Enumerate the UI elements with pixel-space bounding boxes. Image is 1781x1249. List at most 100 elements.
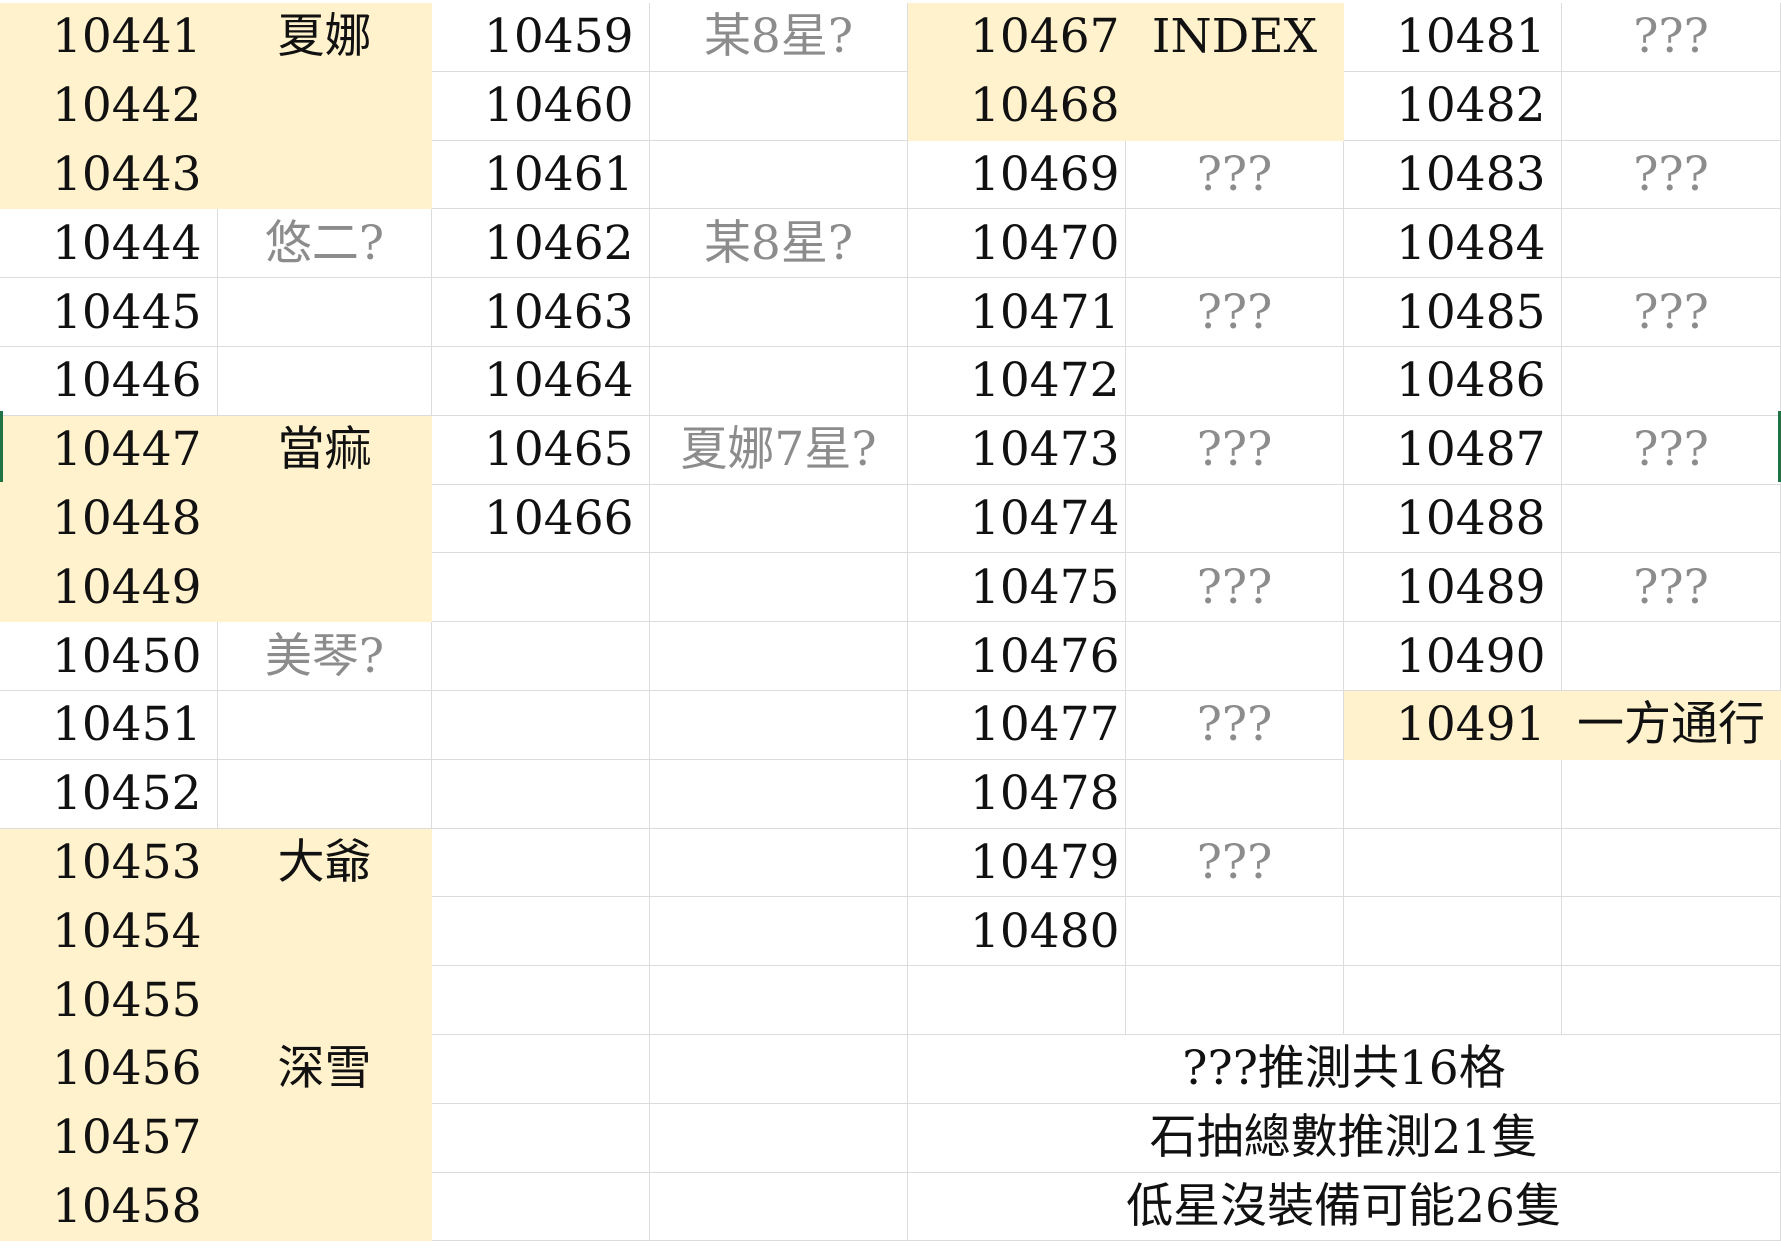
id-cell[interactable]: 10442	[0, 71, 218, 141]
name-cell[interactable]: 某8星?	[650, 3, 908, 72]
id-cell[interactable]: 10458	[0, 1172, 218, 1242]
id-cell[interactable]: 10473	[908, 415, 1126, 485]
name-cell[interactable]	[650, 1103, 908, 1173]
id-cell[interactable]: 10453	[0, 828, 218, 898]
id-cell[interactable]: 10448	[0, 484, 218, 554]
name-cell[interactable]	[1562, 71, 1781, 141]
name-cell[interactable]	[650, 1035, 908, 1104]
name-cell[interactable]: ???	[1562, 415, 1781, 485]
name-cell[interactable]	[218, 140, 432, 210]
id-cell[interactable]: 10469	[908, 140, 1126, 210]
name-cell[interactable]: ???	[1562, 553, 1781, 623]
summary-note[interactable]: 低星沒裝備可能26隻	[908, 1172, 1781, 1242]
id-cell[interactable]: 10482	[1344, 71, 1562, 141]
name-cell[interactable]	[1126, 484, 1344, 554]
id-cell[interactable]: 10481	[1344, 3, 1562, 72]
id-cell[interactable]: 10462	[432, 209, 650, 279]
name-cell[interactable]: INDEX	[1126, 3, 1344, 72]
name-cell[interactable]	[650, 966, 908, 1035]
id-cell[interactable]	[1344, 759, 1562, 829]
name-cell[interactable]: 夏娜7星?	[650, 415, 908, 485]
name-cell[interactable]: ???	[1562, 278, 1781, 347]
name-cell[interactable]	[1562, 622, 1781, 691]
id-cell[interactable]: 10455	[0, 966, 218, 1035]
id-cell[interactable]: 10466	[432, 484, 650, 554]
name-cell[interactable]: 一方通行	[1562, 691, 1781, 760]
id-cell[interactable]: 10456	[0, 1035, 218, 1104]
id-cell[interactable]	[1344, 897, 1562, 967]
name-cell[interactable]: ???	[1562, 3, 1781, 72]
id-cell[interactable]: 10454	[0, 897, 218, 967]
name-cell[interactable]	[218, 759, 432, 829]
name-cell[interactable]	[1126, 897, 1344, 967]
name-cell[interactable]	[650, 622, 908, 691]
id-cell[interactable]: 10452	[0, 759, 218, 829]
name-cell[interactable]	[1562, 209, 1781, 279]
name-cell[interactable]	[218, 484, 432, 554]
name-cell[interactable]: 大爺	[218, 828, 432, 898]
id-cell[interactable]: 10467	[908, 3, 1126, 72]
name-cell[interactable]	[218, 1172, 432, 1242]
id-cell[interactable]: 10468	[908, 71, 1126, 141]
id-cell[interactable]: 10441	[0, 3, 218, 72]
id-cell[interactable]: 10450	[0, 622, 218, 691]
id-cell[interactable]: 10471	[908, 278, 1126, 347]
name-cell[interactable]	[650, 691, 908, 760]
name-cell[interactable]	[218, 691, 432, 760]
name-cell[interactable]	[1562, 897, 1781, 967]
id-cell[interactable]	[432, 622, 650, 691]
name-cell[interactable]	[1126, 966, 1344, 1035]
name-cell[interactable]	[1562, 966, 1781, 1035]
name-cell[interactable]: 某8星?	[650, 209, 908, 279]
name-cell[interactable]	[650, 553, 908, 623]
id-cell[interactable]: 10477	[908, 691, 1126, 760]
id-cell[interactable]: 10445	[0, 278, 218, 347]
id-cell[interactable]: 10483	[1344, 140, 1562, 210]
name-cell[interactable]: 悠二?	[218, 209, 432, 279]
name-cell[interactable]	[218, 966, 432, 1035]
id-cell[interactable]	[432, 1172, 650, 1242]
name-cell[interactable]	[650, 140, 908, 210]
id-cell[interactable]	[432, 1103, 650, 1173]
id-cell[interactable]: 10476	[908, 622, 1126, 691]
name-cell[interactable]: 深雪	[218, 1035, 432, 1104]
name-cell[interactable]: 美琴?	[218, 622, 432, 691]
name-cell[interactable]	[1126, 209, 1344, 279]
name-cell[interactable]	[650, 897, 908, 967]
name-cell[interactable]	[650, 71, 908, 141]
name-cell[interactable]	[1562, 759, 1781, 829]
name-cell[interactable]	[1562, 828, 1781, 898]
id-cell[interactable]: 10465	[432, 415, 650, 485]
id-cell[interactable]	[432, 759, 650, 829]
id-cell[interactable]	[432, 553, 650, 623]
name-cell[interactable]	[650, 828, 908, 898]
summary-note[interactable]: ???推測共16格	[908, 1035, 1781, 1104]
name-cell[interactable]	[218, 278, 432, 347]
id-cell[interactable]: 10470	[908, 209, 1126, 279]
id-cell[interactable]: 10486	[1344, 347, 1562, 416]
name-cell[interactable]: ???	[1126, 278, 1344, 347]
id-cell[interactable]: 10487	[1344, 415, 1562, 485]
id-cell[interactable]	[432, 897, 650, 967]
name-cell[interactable]	[650, 278, 908, 347]
id-cell[interactable]: 10488	[1344, 484, 1562, 554]
id-cell[interactable]: 10461	[432, 140, 650, 210]
name-cell[interactable]	[1562, 484, 1781, 554]
id-cell[interactable]: 10480	[908, 897, 1126, 967]
name-cell[interactable]	[650, 484, 908, 554]
id-cell[interactable]: 10485	[1344, 278, 1562, 347]
name-cell[interactable]	[218, 71, 432, 141]
id-cell[interactable]: 10479	[908, 828, 1126, 898]
id-cell[interactable]: 10474	[908, 484, 1126, 554]
id-cell[interactable]: 10489	[1344, 553, 1562, 623]
id-cell[interactable]	[432, 691, 650, 760]
id-cell[interactable]: 10457	[0, 1103, 218, 1173]
name-cell[interactable]	[650, 759, 908, 829]
name-cell[interactable]	[218, 553, 432, 623]
name-cell[interactable]	[1126, 347, 1344, 416]
id-cell[interactable]	[432, 1035, 650, 1104]
name-cell[interactable]	[1562, 347, 1781, 416]
id-cell[interactable]: 10484	[1344, 209, 1562, 279]
id-cell[interactable]: 10460	[432, 71, 650, 141]
name-cell[interactable]	[650, 347, 908, 416]
